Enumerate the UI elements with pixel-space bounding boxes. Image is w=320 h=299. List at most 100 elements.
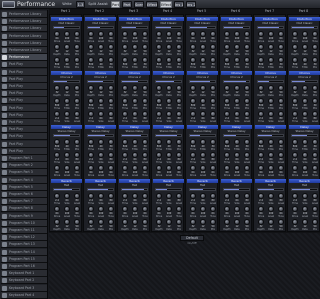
- effect-type-header[interactable]: Delay: [289, 125, 320, 129]
- effect-type-header[interactable]: Delay: [85, 125, 116, 129]
- level-slider[interactable]: [155, 134, 182, 137]
- effect-type-header[interactable]: Distortion: [289, 17, 320, 21]
- level-slider[interactable]: [189, 134, 216, 137]
- sidebar-item[interactable]: Program Part 5: [1, 183, 47, 191]
- level-slider[interactable]: [291, 134, 318, 137]
- sidebar-item[interactable]: Program Part 14: [1, 248, 47, 256]
- level-slider[interactable]: [121, 80, 148, 83]
- effect-type-header[interactable]: Reverb: [221, 179, 252, 183]
- sidebar-item[interactable]: Part Play: [1, 90, 47, 98]
- effect-preset-label[interactable]: Stereo Delay: [119, 130, 150, 133]
- effect-type-header[interactable]: Reverb: [289, 179, 320, 183]
- effect-preset-label[interactable]: Chorus 2: [153, 76, 184, 79]
- toolbar-button-8[interactable]: Ins 1: [174, 1, 184, 8]
- effect-preset-label[interactable]: Chorus 2: [85, 76, 116, 79]
- effect-type-header[interactable]: Reverb: [255, 179, 286, 183]
- toolbar-button-5[interactable]: Scene: [134, 1, 144, 8]
- sidebar-item[interactable]: Program Part 12: [1, 234, 47, 242]
- sidebar-item[interactable]: Performance Library: [1, 32, 47, 40]
- effect-preset-label[interactable]: Dist Classic: [289, 22, 320, 25]
- sidebar-item[interactable]: Performance Library: [1, 18, 47, 26]
- sidebar-item[interactable]: Program Part 4: [1, 176, 47, 184]
- sidebar-item[interactable]: Performance Library: [1, 11, 47, 18]
- effect-type-header[interactable]: Chorus: [221, 71, 252, 75]
- effect-preset-label[interactable]: Stereo Delay: [85, 130, 116, 133]
- level-slider[interactable]: [257, 26, 284, 29]
- sidebar-item[interactable]: Part Play: [1, 61, 47, 69]
- effect-type-header[interactable]: Distortion: [221, 17, 252, 21]
- level-slider[interactable]: [189, 80, 216, 83]
- sidebar-item[interactable]: Part Play: [1, 140, 47, 148]
- level-slider[interactable]: [257, 134, 284, 137]
- sidebar-item[interactable]: Keyboard Part 4: [1, 291, 47, 299]
- sidebar-item[interactable]: Performance: [1, 54, 47, 62]
- sidebar-item[interactable]: Program Part 7: [1, 198, 47, 206]
- level-slider[interactable]: [223, 80, 250, 83]
- effect-preset-label[interactable]: Dist Classic: [85, 22, 116, 25]
- sidebar-item[interactable]: Program Part 16: [1, 263, 47, 270]
- sidebar-item[interactable]: Program Part 11: [1, 227, 47, 234]
- sidebar-item[interactable]: Program Part 8: [1, 205, 47, 213]
- effect-type-header[interactable]: Reverb: [85, 179, 116, 183]
- effect-preset-label[interactable]: Dist Classic: [153, 22, 184, 25]
- effect-preset-label[interactable]: Chorus 2: [289, 76, 320, 79]
- level-slider[interactable]: [189, 26, 216, 29]
- level-slider[interactable]: [155, 80, 182, 83]
- toolbar-button-9[interactable]: Ins 2: [186, 1, 196, 8]
- toolbar-button-4[interactable]: Part: [122, 1, 132, 8]
- effect-preset-label[interactable]: Hall: [221, 184, 252, 187]
- sidebar-item[interactable]: Keyboard Part 1: [1, 270, 47, 278]
- effect-type-header[interactable]: Chorus: [187, 71, 218, 75]
- sidebar-item[interactable]: Keyboard Part 2: [1, 277, 47, 285]
- effect-type-header[interactable]: Chorus: [255, 71, 286, 75]
- effect-type-header[interactable]: Chorus: [85, 71, 116, 75]
- effect-preset-label[interactable]: Chorus 2: [187, 76, 218, 79]
- sidebar-item[interactable]: Part Play: [1, 119, 47, 126]
- level-slider[interactable]: [87, 188, 114, 191]
- effect-preset-label[interactable]: Stereo Delay: [153, 130, 184, 133]
- effect-type-header[interactable]: Distortion: [119, 17, 150, 21]
- toolbar-button-2[interactable]: Split Assist: [88, 1, 108, 8]
- effect-preset-label[interactable]: Dist Classic: [119, 22, 150, 25]
- effect-type-header[interactable]: Distortion: [255, 17, 286, 21]
- level-slider[interactable]: [155, 26, 182, 29]
- sidebar-item[interactable]: Program Part 6: [1, 191, 47, 198]
- sidebar-item[interactable]: Part Play: [1, 111, 47, 119]
- level-slider[interactable]: [223, 134, 250, 137]
- level-slider[interactable]: [223, 26, 250, 29]
- level-slider[interactable]: [121, 26, 148, 29]
- toolbar-button-7[interactable]: Effect 2: [160, 1, 172, 8]
- sidebar-item[interactable]: Program Part 10: [1, 219, 47, 227]
- level-slider[interactable]: [189, 188, 216, 191]
- sidebar-item[interactable]: Performance Library: [1, 39, 47, 47]
- level-slider[interactable]: [291, 26, 318, 29]
- sidebar-item[interactable]: Part Play: [1, 133, 47, 141]
- effect-preset-label[interactable]: Stereo Delay: [221, 130, 252, 133]
- sidebar-item[interactable]: Part Play: [1, 147, 47, 155]
- effect-type-header[interactable]: Distortion: [153, 17, 184, 21]
- toolbar-button-0[interactable]: Write: [60, 1, 74, 8]
- level-slider[interactable]: [291, 80, 318, 83]
- effect-preset-label[interactable]: Hall: [187, 184, 218, 187]
- level-slider[interactable]: [53, 26, 80, 29]
- sidebar-item[interactable]: Part Play: [1, 97, 47, 105]
- effect-type-header[interactable]: Distortion: [51, 17, 82, 21]
- effect-type-header[interactable]: Delay: [51, 125, 82, 129]
- sidebar-item[interactable]: Part Play: [1, 126, 47, 134]
- effect-type-header[interactable]: Delay: [153, 125, 184, 129]
- sidebar-item[interactable]: Program Part 9: [1, 212, 47, 220]
- effect-preset-label[interactable]: Chorus 2: [255, 76, 286, 79]
- level-slider[interactable]: [257, 80, 284, 83]
- toolbar-button-6[interactable]: Effect 1: [146, 1, 158, 8]
- sidebar-item[interactable]: Part Play: [1, 68, 47, 76]
- effect-type-header[interactable]: Delay: [119, 125, 150, 129]
- level-slider[interactable]: [121, 188, 148, 191]
- level-slider[interactable]: [53, 188, 80, 191]
- effect-type-header[interactable]: Chorus: [119, 71, 150, 75]
- effect-preset-label[interactable]: Chorus 2: [51, 76, 82, 79]
- toolbar-button-3[interactable]: Part: [111, 1, 120, 8]
- effect-preset-label[interactable]: Stereo Delay: [289, 130, 320, 133]
- effect-type-header[interactable]: Reverb: [51, 179, 82, 183]
- effect-preset-label[interactable]: Hall: [85, 184, 116, 187]
- effect-type-header[interactable]: Distortion: [187, 17, 218, 21]
